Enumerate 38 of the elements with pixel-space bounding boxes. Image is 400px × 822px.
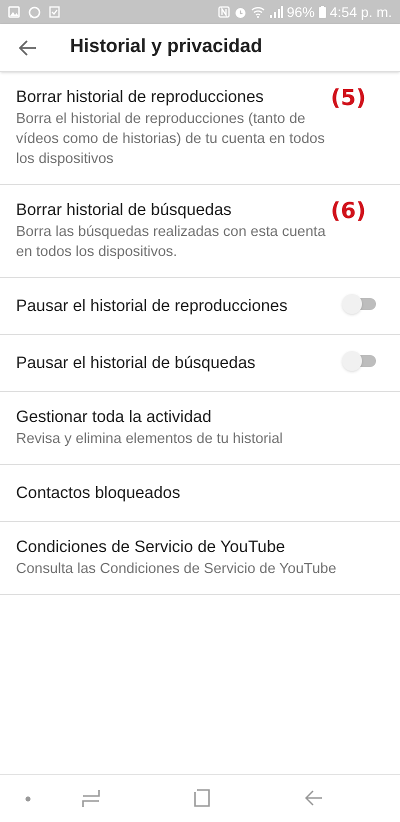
toggle-switch[interactable] [342, 351, 376, 371]
settings-item[interactable]: Gestionar toda la actividad Revisa y elimina elementos de tu historial [0, 392, 400, 465]
item-title: Pausar el historial de búsquedas [16, 353, 256, 374]
battery-level: 96% [286, 2, 315, 22]
checkbox-icon [49, 6, 60, 18]
item-title: Borrar historial de reproducciones [16, 87, 264, 108]
annotation-number: (6) [330, 198, 366, 226]
home-icon[interactable] [194, 789, 212, 807]
item-description: Borra el historial de reproducciones (tanto de vídeos como de historias) de tu cuenta en todos los dispositivos [16, 110, 326, 169]
toggle-switch[interactable] [342, 294, 376, 314]
settings-item[interactable]: Pausar el historial de reproducciones [0, 278, 400, 335]
item-title: Condiciones de Servicio de YouTube [16, 537, 286, 558]
back-arrow-icon [19, 40, 37, 56]
alarm-icon [234, 6, 247, 18]
item-title: Pausar el historial de reproducciones [16, 296, 288, 317]
item-title: Borrar historial de búsquedas [16, 200, 232, 221]
signal-icon [268, 6, 283, 18]
item-title: Contactos bloqueados [16, 483, 180, 504]
chat-bubble-icon [28, 6, 41, 18]
battery-icon [318, 6, 326, 18]
item-description: Revisa y elimina elementos de tu historial [16, 430, 284, 449]
screen-title: Historial y privacidad [70, 35, 262, 60]
nfc-icon [218, 6, 230, 18]
settings-item[interactable]: Borrar historial de búsquedas Borra las búsquedas realizadas con esta cuenta en todos los dispositivos. (6) [0, 185, 400, 278]
item-description: Consulta las Condiciones de Servicio de YouTube [16, 560, 338, 579]
annotation-number: (5) [330, 85, 366, 113]
settings-item[interactable]: Condiciones de Servicio de YouTube Consulta las Condiciones de Servicio de YouTube [0, 522, 400, 595]
recent-apps-icon[interactable] [82, 789, 100, 807]
settings-item[interactable]: Contactos bloqueados [0, 465, 400, 522]
item-description: Borra las búsquedas realizadas con esta cuenta en todos los dispositivos. [16, 223, 327, 262]
wifi-icon [250, 6, 265, 18]
back-icon[interactable] [305, 789, 323, 807]
image-icon [8, 6, 20, 18]
settings-item[interactable]: Pausar el historial de búsquedas [0, 335, 400, 392]
item-title: Gestionar toda la actividad [16, 407, 212, 428]
clock-time: 4:54 p. m. [330, 2, 392, 22]
dot-icon[interactable] [25, 796, 31, 802]
settings-item[interactable]: Borrar historial de reproducciones Borra el historial de reproducciones (tanto de vídeos como de historias) de tu cuenta en todos los dispositivos (5) [0, 72, 400, 185]
